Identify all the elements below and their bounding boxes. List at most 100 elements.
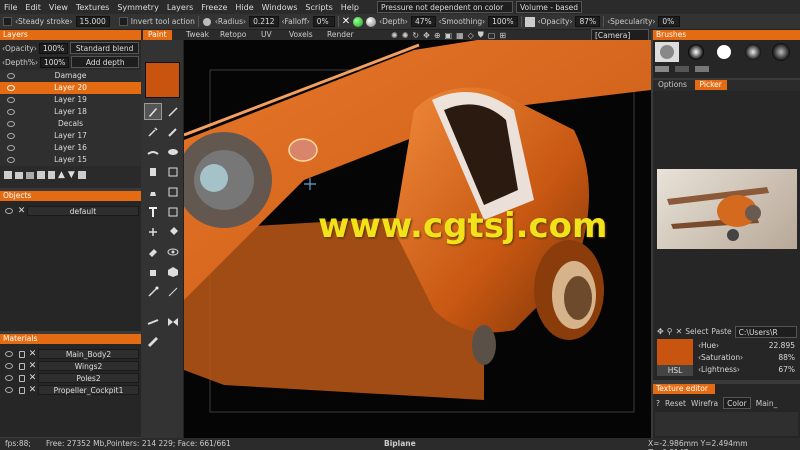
- depth-field[interactable]: 47%: [410, 16, 436, 27]
- depth-off-icon[interactable]: ✕: [342, 16, 350, 27]
- brush-preset-blurry[interactable]: [769, 42, 793, 62]
- lightness-row[interactable]: ‹Lightness› 67%: [695, 363, 798, 375]
- cube-icon[interactable]: [167, 266, 179, 278]
- layer-row[interactable]: Layer 19: [0, 94, 141, 106]
- depth-mode-dropdown[interactable]: Add depth: [71, 56, 139, 68]
- eye-icon[interactable]: [7, 145, 15, 151]
- arrow-up-icon[interactable]: ▲: [58, 170, 65, 180]
- brush-preset-round-soft[interactable]: [684, 42, 708, 62]
- airbrush-icon[interactable]: [147, 126, 159, 138]
- eye-icon[interactable]: [7, 109, 15, 115]
- eye-icon[interactable]: [7, 121, 15, 127]
- lock-icon[interactable]: [19, 350, 25, 358]
- layer-row[interactable]: Damage: [0, 70, 141, 82]
- clone-icon[interactable]: [147, 166, 159, 178]
- color-channel-dropdown[interactable]: Color: [723, 397, 751, 409]
- menu-view[interactable]: View: [45, 3, 72, 12]
- paste-button[interactable]: Paste: [711, 327, 731, 336]
- reference-image[interactable]: [657, 169, 797, 249]
- delete-layer-icon[interactable]: [48, 171, 55, 179]
- text-icon[interactable]: [147, 206, 159, 218]
- lock-icon[interactable]: [19, 386, 25, 394]
- tab-voxels[interactable]: Voxels: [284, 30, 318, 40]
- close-icon[interactable]: ✕: [28, 361, 37, 371]
- wireframe-button[interactable]: Wirefra: [691, 399, 718, 408]
- hue-value[interactable]: 22.895: [769, 341, 795, 350]
- opacity-field[interactable]: 87%: [575, 16, 601, 27]
- butterfly-icon[interactable]: [167, 316, 179, 328]
- zoom-icon[interactable]: ⊕: [434, 31, 441, 40]
- tab-uv[interactable]: UV: [256, 30, 277, 40]
- blend-mode-dropdown[interactable]: Standard blend: [70, 42, 139, 54]
- hue-row[interactable]: ‹Hue› 22.895: [695, 339, 798, 351]
- strip-icon[interactable]: [147, 316, 159, 328]
- current-color-swatch[interactable]: [145, 62, 180, 98]
- wand-icon[interactable]: [147, 286, 159, 298]
- tab-render[interactable]: Render: [322, 30, 359, 40]
- material-row[interactable]: ✕ Poles2: [0, 372, 141, 384]
- sun-icon[interactable]: ✺: [402, 31, 409, 40]
- tab-retopo[interactable]: Retopo: [215, 30, 251, 40]
- close-icon[interactable]: ✕: [28, 349, 37, 359]
- close-icon[interactable]: ✕: [28, 385, 37, 395]
- eye-tool-icon[interactable]: [167, 246, 179, 258]
- layer-row[interactable]: Decals: [0, 118, 141, 130]
- fill-bucket-icon[interactable]: [167, 226, 179, 238]
- perspective-icon[interactable]: ◇: [468, 31, 474, 40]
- specularity-field[interactable]: 0%: [658, 16, 681, 27]
- layers-icon[interactable]: [26, 171, 34, 179]
- shield-icon[interactable]: ⛊: [478, 30, 484, 40]
- frame-icon[interactable]: ▣: [445, 31, 453, 40]
- layer-row[interactable]: Layer 18: [0, 106, 141, 118]
- select-button[interactable]: Select: [685, 327, 708, 336]
- falloff-field[interactable]: 0%: [312, 16, 335, 27]
- eye-icon[interactable]: [7, 73, 15, 79]
- menu-layers[interactable]: Layers: [163, 3, 197, 12]
- brush-preset-small[interactable]: [655, 66, 669, 72]
- pen-icon[interactable]: [167, 106, 179, 118]
- radius-field[interactable]: 0.212: [249, 16, 279, 27]
- brush-preset-round-hard[interactable]: [712, 42, 736, 62]
- tab-paint[interactable]: Paint: [143, 30, 172, 40]
- close-icon[interactable]: ✕: [676, 327, 683, 336]
- depth-sphere-icon[interactable]: [366, 16, 377, 27]
- steady-stroke-checkbox[interactable]: [3, 17, 12, 26]
- brush-preset-soft[interactable]: [741, 42, 765, 62]
- material-row[interactable]: ✕ Wings2: [0, 360, 141, 372]
- menu-freeze[interactable]: Freeze: [197, 3, 231, 12]
- saturation-value[interactable]: 88%: [778, 353, 795, 362]
- eye-icon[interactable]: [5, 375, 13, 381]
- eraser-icon[interactable]: [147, 246, 159, 258]
- menu-hide[interactable]: Hide: [231, 3, 257, 12]
- layer-depth-field[interactable]: 100%: [39, 56, 70, 68]
- new-layer-icon[interactable]: [4, 171, 12, 179]
- ruler-icon[interactable]: [147, 336, 159, 348]
- reset-button[interactable]: Reset: [665, 399, 686, 408]
- mesh-icon[interactable]: ⊞: [499, 31, 506, 40]
- tab-tweak[interactable]: Tweak: [181, 30, 214, 40]
- path-dropdown[interactable]: C:\Users\R: [734, 325, 797, 338]
- layer-row-selected[interactable]: Layer 20: [0, 82, 141, 94]
- tab-picker[interactable]: Picker: [694, 80, 727, 90]
- layer-row[interactable]: Layer 17: [0, 130, 141, 142]
- move-icon[interactable]: ✥: [657, 327, 664, 336]
- zoom-icon[interactable]: ⚲: [667, 327, 673, 336]
- pencil-icon[interactable]: [167, 126, 179, 138]
- steady-stroke-field[interactable]: 15.000: [75, 16, 110, 27]
- saturation-row[interactable]: ‹Saturation› 88%: [695, 351, 798, 363]
- menu-textures[interactable]: Textures: [72, 3, 113, 12]
- lock-icon[interactable]: [19, 374, 25, 382]
- layer-settings-icon[interactable]: [77, 171, 86, 179]
- viewport[interactable]: www.cgtsj.com: [184, 40, 651, 438]
- eye-icon[interactable]: [5, 387, 13, 393]
- transform-icon[interactable]: [147, 226, 159, 238]
- brush-preset-small[interactable]: [695, 66, 709, 72]
- eye-icon[interactable]: [7, 97, 15, 103]
- layer-row[interactable]: Layer 15: [0, 154, 141, 166]
- eye-icon[interactable]: [7, 85, 15, 91]
- merge-icon[interactable]: [37, 171, 45, 179]
- smudge-icon[interactable]: [147, 146, 159, 158]
- lock-icon[interactable]: [19, 362, 25, 370]
- eye-icon[interactable]: [7, 157, 15, 163]
- radius-brush-icon[interactable]: [202, 17, 212, 27]
